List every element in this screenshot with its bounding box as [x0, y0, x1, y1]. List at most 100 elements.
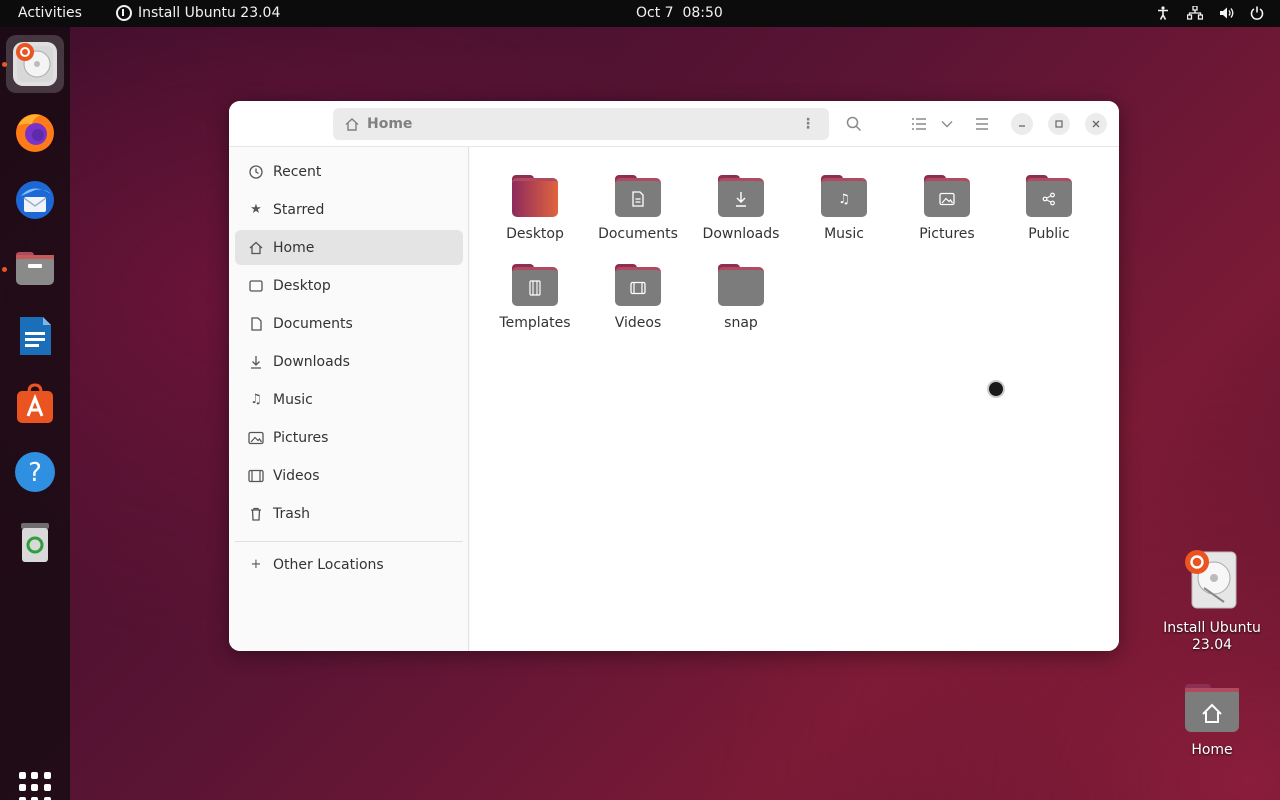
dock-item-thunderbird[interactable]: [6, 171, 64, 229]
public-folder-icon: [1026, 175, 1072, 217]
dock-item-app-center[interactable]: [6, 375, 64, 433]
sidebar-item-desktop[interactable]: Desktop: [235, 268, 463, 303]
files-icon: [13, 246, 57, 290]
videos-folder-icon: [615, 264, 661, 306]
dock-item-install-ubuntu[interactable]: [6, 35, 64, 93]
folder-label: Music: [824, 226, 864, 242]
help-icon: ?: [13, 450, 57, 494]
sidebar-item-label: Recent: [273, 163, 322, 180]
libreoffice-writer-icon: [13, 314, 57, 358]
thunderbird-icon: [13, 178, 57, 222]
folder-item-pictures[interactable]: Pictures: [897, 175, 997, 255]
sidebar-item-starred[interactable]: ★ Starred: [235, 192, 463, 227]
top-bar: Activities Install Ubuntu 23.04 Oct 7 08…: [0, 0, 1280, 27]
path-bar[interactable]: Home ⋮: [333, 108, 829, 140]
folder-label: Pictures: [919, 226, 975, 242]
desktop-icon: [247, 277, 265, 295]
desktop-icon-install-ubuntu[interactable]: Install Ubuntu 23.04: [1157, 548, 1267, 654]
clock[interactable]: Oct 7 08:50: [636, 5, 723, 21]
music-folder-icon: ♫: [821, 175, 867, 217]
folder-item-videos[interactable]: Videos: [588, 264, 688, 344]
folder-label: Templates: [499, 315, 571, 331]
sidebar-item-home[interactable]: Home: [235, 230, 463, 265]
loading-spinner-icon: [987, 380, 1005, 398]
header-bar: Home ⋮: [229, 101, 1119, 147]
folder-item-downloads[interactable]: Downloads: [691, 175, 791, 255]
power-icon[interactable]: [1248, 4, 1266, 22]
sidebar-item-music[interactable]: ♫ Music: [235, 382, 463, 417]
folder-item-documents[interactable]: Documents: [588, 175, 688, 255]
close-button[interactable]: [1085, 113, 1107, 135]
downloads-folder-icon: [718, 175, 764, 217]
app-center-icon: [13, 382, 57, 426]
folder-item-desktop[interactable]: Desktop: [485, 175, 585, 255]
search-button[interactable]: [840, 110, 868, 138]
file-view[interactable]: Desktop Documents Downloads ♫ Music Pict…: [470, 147, 1119, 651]
kebab-menu-icon[interactable]: ⋮: [801, 116, 815, 132]
maximize-button[interactable]: [1048, 113, 1070, 135]
download-circle-icon: [116, 5, 132, 21]
dock: ?: [0, 27, 70, 800]
sidebar: Recent ★ Starred Home Desktop Documents …: [229, 147, 469, 651]
network-icon[interactable]: [1184, 4, 1206, 22]
sidebar-item-downloads[interactable]: Downloads: [235, 344, 463, 379]
sidebar-item-documents[interactable]: Documents: [235, 306, 463, 341]
accessibility-icon[interactable]: [1154, 4, 1172, 22]
folder-item-templates[interactable]: Templates: [485, 264, 585, 344]
app-menu-label: Install Ubuntu 23.04: [138, 5, 281, 21]
dock-item-trash[interactable]: [6, 513, 64, 571]
desktop-icon-label: Install Ubuntu 23.04: [1163, 620, 1261, 653]
svg-text:?: ?: [28, 458, 42, 488]
folder-item-public[interactable]: Public: [999, 175, 1099, 255]
main-menu-button[interactable]: [968, 110, 996, 138]
dock-item-help[interactable]: ?: [6, 443, 64, 501]
system-tray[interactable]: [1154, 4, 1266, 22]
sidebar-divider: [235, 541, 463, 542]
minimize-button[interactable]: [1011, 113, 1033, 135]
firefox-icon: [13, 110, 57, 154]
sidebar-item-label: Downloads: [273, 353, 350, 370]
files-window: Home ⋮ Recent ★ Starred Home Desktop Doc…: [229, 101, 1119, 651]
home-icon: [345, 117, 359, 131]
templates-folder-icon: [512, 264, 558, 306]
folder-label: Desktop: [506, 226, 564, 242]
documents-folder-icon: [615, 175, 661, 217]
dock-item-libreoffice-writer[interactable]: [6, 307, 64, 365]
folder-label: Downloads: [702, 226, 780, 242]
desktop-icon-home[interactable]: Home: [1157, 684, 1267, 759]
sidebar-item-label: Music: [273, 391, 313, 408]
trash-icon: [13, 520, 57, 564]
view-list-button[interactable]: [905, 110, 933, 138]
sidebar-item-label: Videos: [273, 467, 320, 484]
sidebar-item-label: Documents: [273, 315, 353, 332]
folder-label: Public: [1028, 226, 1070, 242]
dock-item-firefox[interactable]: [6, 103, 64, 161]
sidebar-item-label: Desktop: [273, 277, 331, 294]
sidebar-item-videos[interactable]: Videos: [235, 458, 463, 493]
sidebar-item-label: Other Locations: [273, 556, 384, 573]
picture-icon: [247, 429, 265, 447]
hamburger-icon: [976, 118, 988, 130]
dock-item-files[interactable]: [6, 239, 64, 297]
folder-label: Documents: [598, 226, 678, 242]
home-folder-icon: [1185, 684, 1239, 732]
desktop-icon-label: Home: [1191, 742, 1233, 758]
view-options-button[interactable]: [933, 110, 961, 138]
music-icon: ♫: [250, 392, 262, 407]
sidebar-item-other-locations[interactable]: + Other Locations: [235, 547, 463, 582]
app-menu[interactable]: Install Ubuntu 23.04: [116, 5, 280, 21]
show-applications-icon[interactable]: [19, 772, 51, 800]
folder-label: snap: [724, 315, 758, 331]
close-icon: [1092, 120, 1100, 128]
sidebar-item-recent[interactable]: Recent: [235, 154, 463, 189]
star-icon: ★: [250, 202, 262, 217]
folder-item-music[interactable]: ♫ Music: [794, 175, 894, 255]
activities-button[interactable]: Activities: [18, 5, 82, 21]
sidebar-item-pictures[interactable]: Pictures: [235, 420, 463, 455]
minimize-icon: [1019, 125, 1025, 127]
sidebar-item-trash[interactable]: Trash: [235, 496, 463, 531]
path-label: Home: [367, 116, 413, 132]
sidebar-item-label: Home: [273, 239, 315, 256]
volume-icon[interactable]: [1218, 4, 1236, 22]
folder-item-snap[interactable]: snap: [691, 264, 791, 344]
